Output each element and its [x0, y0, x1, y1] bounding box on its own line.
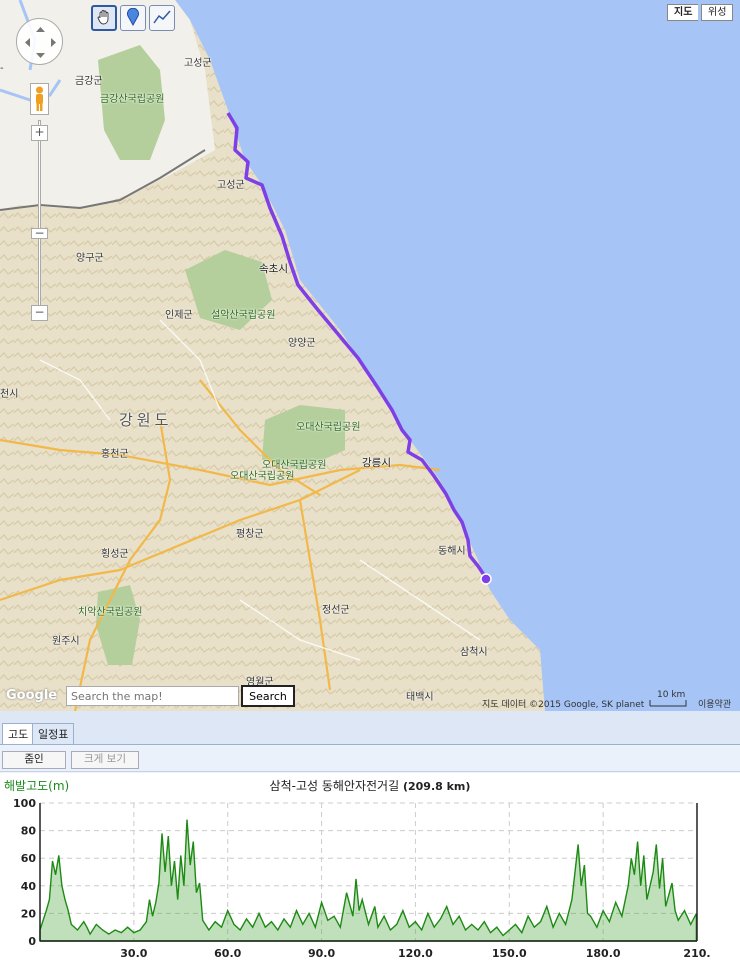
label-minus: - [0, 63, 4, 74]
google-logo: Google [6, 688, 58, 703]
label-taebaek: 태백시 [406, 692, 434, 703]
enlarge-button[interactable]: 크게 보기 [71, 751, 139, 769]
label-inje: 인제군 [165, 310, 193, 321]
map-type-satellite-button[interactable]: 위성 [701, 4, 734, 21]
zoom-slider-track[interactable] [38, 120, 41, 320]
label-yanggu: 양구군 [76, 253, 104, 264]
marker-tool-button[interactable] [120, 5, 146, 31]
label-gangwon: 강원도 [119, 411, 173, 429]
x-tick-label: 60.0 [214, 947, 241, 960]
polyline-icon [153, 9, 171, 28]
x-tick-label: 150.0 [492, 947, 527, 960]
zoom-in-chart-button[interactable]: 줌인 [2, 751, 66, 769]
label-goseong-n: 고성군 [184, 58, 212, 69]
hand-tool-button[interactable] [91, 5, 117, 31]
pegman-icon [36, 86, 43, 111]
label-gangneung: 강릉시 [362, 457, 391, 469]
pin-icon [126, 7, 140, 29]
y-tick-label: 40 [21, 880, 37, 893]
tab-itinerary[interactable]: 일정표 [32, 723, 75, 744]
label-goseong: 고성군 [217, 180, 245, 191]
panel-tabs: 고도 일정표 [0, 711, 740, 745]
elevation-chart: 해발고도(m) 삼척-고성 동해안자전거길 (209.8 km) 0 20 40 60… [0, 773, 740, 963]
y-tick-label: 60 [21, 852, 37, 865]
x-tick-label: 90.0 [308, 947, 335, 960]
zoom-out-button[interactable]: − [31, 305, 48, 321]
label-odae-park-1: 오대산국립공원 [296, 422, 361, 433]
elevation-series [39, 819, 698, 942]
label-samcheok: 삼척시 [460, 647, 488, 658]
label-hongcheon: 홍천군 [101, 449, 129, 460]
label-chiak-park: 치악산국립공원 [78, 607, 143, 618]
x-tick-label: 30.0 [120, 947, 147, 960]
y-tick-label: 80 [21, 825, 37, 838]
elevation-plot[interactable]: 0 20 40 60 80 100 30.0 60.0 90.0 120.0 150.0 180.0 2… [0, 773, 740, 963]
panel-toolbar: 줌인 크게 보기 [0, 746, 740, 772]
map-type-map-button[interactable]: 지도 [667, 4, 699, 21]
x-tick-label: 120.0 [398, 947, 433, 960]
label-yangyang: 양양군 [288, 338, 316, 349]
zoom-in-button[interactable]: + [31, 125, 48, 141]
route-end-marker [480, 573, 492, 585]
terms-link[interactable]: 이용약관 [698, 697, 731, 710]
label-cheon: 천시 [0, 389, 19, 400]
y-tick-label: 100 [13, 797, 36, 810]
label-sokcho: 속초시 [259, 263, 288, 275]
label-geumgang: 금강군 [75, 76, 103, 87]
hand-icon [96, 9, 112, 28]
tab-elevation[interactable]: 고도 [2, 723, 35, 744]
map-view[interactable]: 고성군 금강군 금강산국립공원 - 고성군 양구군 속초시 인제군 설악산국립공… [0, 0, 740, 711]
y-tick-label: 20 [21, 907, 37, 920]
map-search-input[interactable] [66, 686, 239, 706]
label-pyeongchang: 평창군 [236, 529, 264, 540]
pan-control[interactable] [16, 18, 63, 65]
label-odae-park-3: 오대산국립공원 [230, 471, 295, 482]
map-data-credit: 지도 데이터 ©2015 Google, SK planet [482, 700, 645, 710]
zoom-slider-handle[interactable]: − [31, 227, 48, 239]
label-wonju: 원주시 [52, 636, 80, 647]
map-search-button[interactable]: Search [241, 685, 295, 707]
label-geumgang-park: 금강산국립공원 [100, 94, 165, 105]
label-hoengseong: 횡성군 [101, 549, 129, 560]
label-donghae: 동해시 [438, 546, 466, 557]
scale-label: 10 km [657, 690, 686, 700]
y-tick-label: 0 [28, 935, 36, 948]
street-view-pegman[interactable] [30, 83, 49, 115]
x-tick-label: 180.0 [586, 947, 621, 960]
label-seorak-park: 설악산국립공원 [211, 310, 276, 321]
x-tick-label: 210. [683, 947, 710, 960]
label-jeongseon: 정선군 [322, 605, 350, 616]
elevation-panel: 고도 일정표 줌인 크게 보기 해발고도(m) 삼척-고성 동해안자전거길 (2… [0, 711, 740, 963]
pan-arrows-icon [25, 27, 56, 58]
line-tool-button[interactable] [149, 5, 175, 31]
